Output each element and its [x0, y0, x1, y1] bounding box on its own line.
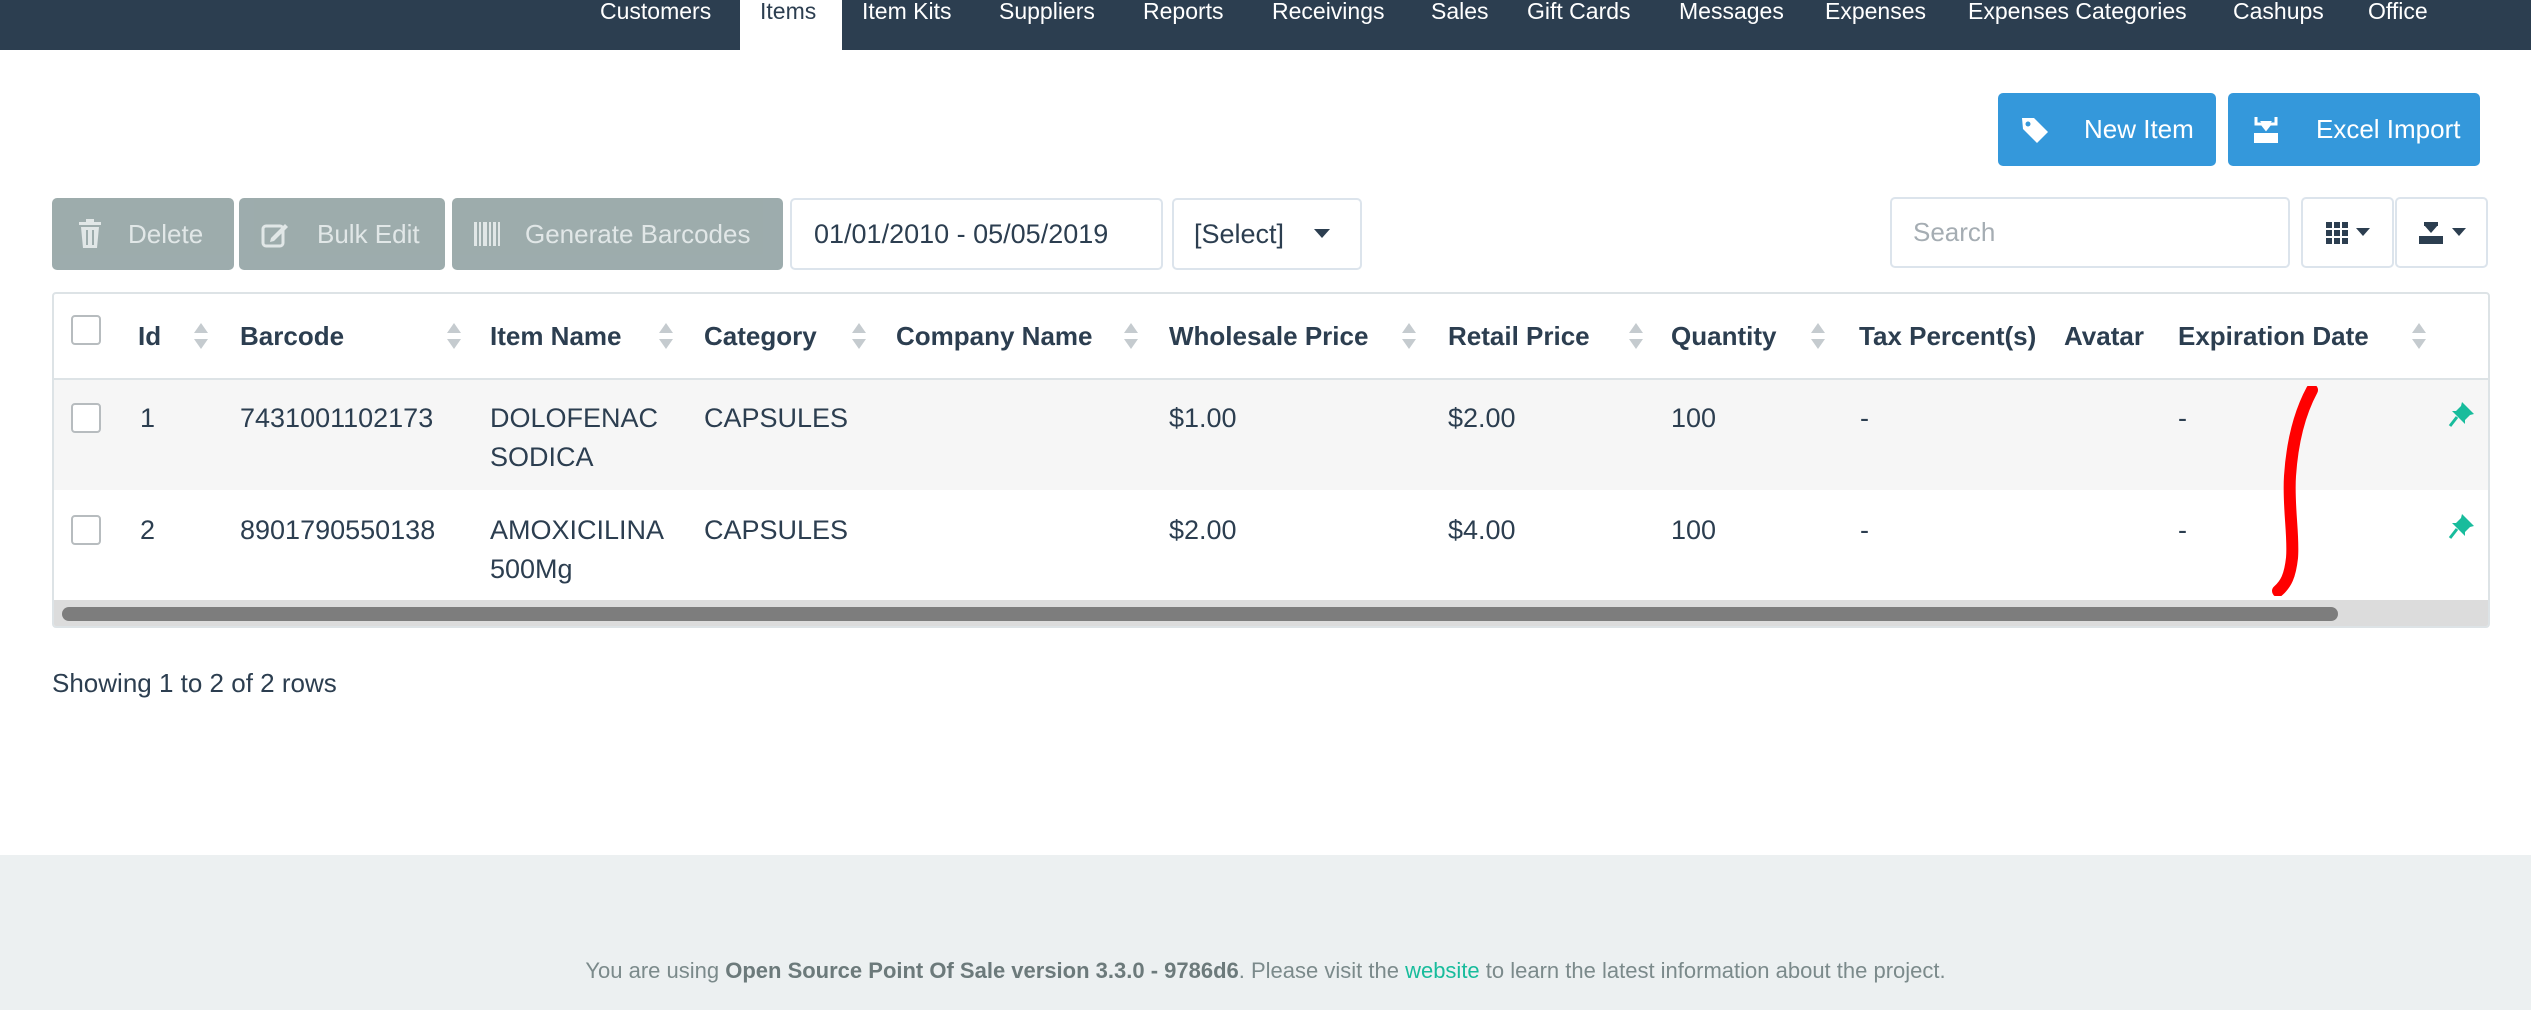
cell-tax: - [1860, 403, 1869, 433]
caret-down-icon [1314, 229, 1331, 238]
download-icon [2418, 221, 2443, 244]
cell-id: 2 [140, 515, 156, 545]
cell-retail-price: $2.00 [1448, 403, 1516, 433]
cell-category: CAPSULES [704, 403, 849, 433]
tag-icon [2022, 117, 2048, 143]
edit-icon [261, 224, 288, 248]
new-item-button[interactable]: New Item [1998, 93, 2216, 166]
sort-icon[interactable] [1124, 321, 1138, 351]
trash-icon [79, 219, 101, 248]
cell-barcode: 7431001102173 [240, 403, 434, 433]
cell-retail-price: $4.00 [1448, 515, 1516, 545]
cell-item-name-line1: DOLOFENAC [490, 403, 659, 433]
select-all-checkbox[interactable] [71, 315, 101, 345]
column-header-company-name[interactable]: Company Name [896, 294, 1093, 378]
cell-expiration: - [2178, 403, 2187, 433]
horizontal-scrollbar[interactable] [54, 600, 2488, 626]
column-header-expiration-date[interactable]: Expiration Date [2178, 294, 2369, 378]
column-header-barcode[interactable]: Barcode [240, 294, 344, 378]
row-checkbox[interactable] [71, 403, 101, 433]
generate-barcodes-button[interactable]: Generate Barcodes [452, 198, 783, 270]
items-table: Id Barcode Item Name Category Company Na… [52, 292, 2490, 628]
grid-icon [2325, 221, 2348, 244]
table-row: 2 8901790550138 AMOXICILINA 500Mg CAPSUL… [54, 490, 2488, 600]
cell-expiration: - [2178, 515, 2187, 545]
sort-icon[interactable] [2412, 321, 2426, 351]
filter-select[interactable]: [Select] [1172, 198, 1362, 270]
cell-quantity: 100 [1671, 515, 1717, 545]
bulk-edit-button[interactable]: Bulk Edit [239, 198, 445, 270]
top-navbar: Customers Items Item Kits Suppliers Repo… [0, 0, 2531, 50]
cell-tax: - [1860, 515, 1869, 545]
export-button[interactable] [2395, 197, 2488, 268]
footer: You are using Open Source Point Of Sale … [0, 855, 2531, 1010]
cell-category: CAPSULES [704, 515, 849, 545]
nav-items[interactable]: Items [740, 0, 842, 50]
sort-icon[interactable] [447, 321, 461, 351]
nav-messages[interactable]: Messages [1679, 0, 1799, 50]
sort-icon[interactable] [1629, 321, 1643, 351]
website-link[interactable]: website [1405, 958, 1480, 983]
delete-button[interactable]: Delete [52, 198, 234, 270]
cell-barcode: 8901790550138 [240, 515, 436, 545]
columns-toggle-button[interactable] [2301, 197, 2394, 268]
scrollbar-thumb[interactable] [62, 607, 2338, 621]
sort-icon[interactable] [1811, 321, 1825, 351]
cell-quantity: 100 [1671, 403, 1717, 433]
cell-wholesale-price: $2.00 [1169, 515, 1237, 545]
nav-expenses-categories[interactable]: Expenses Categories [1968, 0, 2203, 50]
nav-item-kits[interactable]: Item Kits [862, 0, 972, 50]
column-header-id[interactable]: Id [138, 294, 161, 378]
nav-cashups[interactable]: Cashups [2233, 0, 2333, 50]
table-row: 1 7431001102173 DOLOFENAC SODICA CAPSULE… [54, 380, 2488, 490]
caret-down-icon [2355, 228, 2370, 236]
red-annotation-mark [2272, 386, 2318, 596]
row-checkbox[interactable] [71, 515, 101, 545]
search-input[interactable]: Search [1890, 197, 2290, 268]
column-header-quantity[interactable]: Quantity [1671, 294, 1776, 378]
excel-import-button[interactable]: Excel Import [2228, 93, 2480, 166]
column-header-avatar: Avatar [2064, 321, 2144, 351]
column-header-wholesale-price[interactable]: Wholesale Price [1169, 294, 1368, 378]
nav-office[interactable]: Office [2368, 0, 2448, 50]
sort-icon[interactable] [852, 321, 866, 351]
date-range-input[interactable]: 01/01/2010 - 05/05/2019 [790, 198, 1163, 270]
cell-wholesale-price: $1.00 [1169, 403, 1237, 433]
column-header-item-name[interactable]: Item Name [490, 294, 622, 378]
nav-sales[interactable]: Sales [1431, 0, 1491, 50]
import-icon [2254, 116, 2278, 143]
column-header-retail-price[interactable]: Retail Price [1448, 294, 1590, 378]
nav-receivings[interactable]: Receivings [1272, 0, 1402, 50]
sort-icon[interactable] [1402, 321, 1416, 351]
cell-item-name-line1: AMOXICILINA [490, 515, 665, 545]
cell-id: 1 [140, 403, 156, 433]
footer-product: Open Source Point Of Sale version 3.3.0 … [725, 958, 1239, 983]
nav-expenses[interactable]: Expenses [1825, 0, 1935, 50]
barcode-icon [474, 222, 500, 246]
nav-reports[interactable]: Reports [1143, 0, 1243, 50]
sort-icon[interactable] [194, 321, 208, 351]
nav-gift-cards[interactable]: Gift Cards [1527, 0, 1647, 50]
sort-icon[interactable] [659, 321, 673, 351]
column-header-category[interactable]: Category [704, 294, 817, 378]
pin-icon[interactable] [2448, 400, 2476, 428]
caret-down-icon [2451, 228, 2466, 236]
nav-suppliers[interactable]: Suppliers [999, 0, 1109, 50]
cell-item-name-line2: 500Mg [490, 554, 573, 584]
pagination-summary: Showing 1 to 2 of 2 rows [52, 668, 337, 698]
footer-text: You are using Open Source Point Of Sale … [585, 958, 1946, 983]
nav-customers[interactable]: Customers [600, 0, 720, 50]
cell-item-name-line2: SODICA [490, 442, 594, 472]
column-header-tax-percent: Tax Percent(s) [1859, 321, 2037, 351]
pin-icon[interactable] [2448, 512, 2476, 540]
